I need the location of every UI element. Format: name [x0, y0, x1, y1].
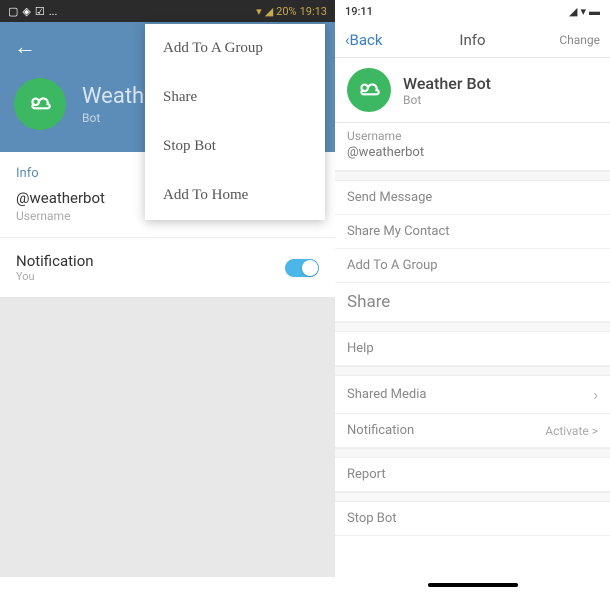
weather-icon — [27, 91, 53, 117]
share-row[interactable]: Share — [335, 283, 610, 322]
notification-sub: You — [16, 270, 94, 283]
telegram-icon: ◈ — [22, 5, 30, 18]
nav-bar: ‹ Back Info Change — [335, 22, 610, 58]
signal-icon: ◢ — [265, 5, 273, 18]
menu-add-home[interactable]: Add To Home — [145, 171, 325, 220]
username-value[interactable]: @weatherbot — [347, 145, 598, 160]
send-message-row[interactable]: Send Message — [335, 181, 610, 215]
image-icon: ▢ — [8, 5, 18, 18]
menu-add-group[interactable]: Add To A Group — [145, 24, 325, 73]
checkbox-icon: ☑ — [35, 5, 45, 18]
shared-media-row[interactable]: Shared Media › — [335, 376, 610, 414]
time-label: 19:13 — [300, 5, 327, 18]
time-label: 19:11 — [345, 5, 373, 18]
bot-title: Weath — [82, 84, 144, 109]
notification-label: Notification — [16, 252, 94, 270]
menu-stop-bot[interactable]: Stop Bot — [145, 122, 325, 171]
bot-subtitle: Bot — [82, 111, 144, 125]
back-button[interactable]: ‹ Back — [345, 31, 382, 49]
notification-value: Activate > — [545, 424, 598, 438]
menu-share[interactable]: Share — [145, 73, 325, 122]
bot-title: Weather Bot — [403, 74, 491, 93]
bot-avatar[interactable] — [347, 68, 391, 112]
status-bar: 19:11 ◢ ▾ ▬ — [335, 0, 610, 22]
home-indicator[interactable] — [428, 583, 518, 587]
username-section: Username @weatherbot — [335, 123, 610, 171]
share-contact-row[interactable]: Share My Contact — [335, 215, 610, 249]
notification-row[interactable]: Notification Activate > — [335, 414, 610, 448]
more-icon: ... — [49, 5, 58, 18]
bot-avatar[interactable] — [14, 78, 66, 130]
change-button[interactable]: Change — [559, 33, 600, 47]
signal-icon: ◢ — [569, 5, 577, 18]
report-row[interactable]: Report — [335, 458, 610, 492]
wifi-icon: ▾ — [256, 5, 262, 18]
weather-icon — [356, 77, 382, 103]
nav-title: Info — [459, 31, 485, 49]
profile-header: Weather Bot Bot — [335, 58, 610, 123]
android-screen: ▢ ◈ ☑ ... ▾ ◢ 20% 19:13 ← We — [0, 0, 335, 593]
notification-toggle[interactable] — [285, 259, 319, 277]
status-bar: ▢ ◈ ☑ ... ▾ ◢ 20% 19:13 — [0, 0, 335, 22]
empty-area — [0, 297, 335, 577]
options-menu: Add To A Group Share Stop Bot Add To Hom… — [145, 24, 325, 220]
notification-row[interactable]: Notification You — [0, 238, 335, 297]
battery-label: 20% — [276, 5, 296, 18]
username-label: Username — [347, 129, 598, 143]
ios-screen: 19:11 ◢ ▾ ▬ ‹ Back Info Change Weather B… — [335, 0, 610, 593]
bot-subtitle: Bot — [403, 93, 491, 107]
wifi-icon: ▾ — [580, 5, 586, 18]
help-row[interactable]: Help — [335, 332, 610, 366]
stop-bot-row[interactable]: Stop Bot — [335, 502, 610, 536]
chevron-right-icon: › — [593, 385, 598, 404]
battery-icon: ▬ — [589, 5, 600, 18]
add-group-row[interactable]: Add To A Group — [335, 249, 610, 283]
